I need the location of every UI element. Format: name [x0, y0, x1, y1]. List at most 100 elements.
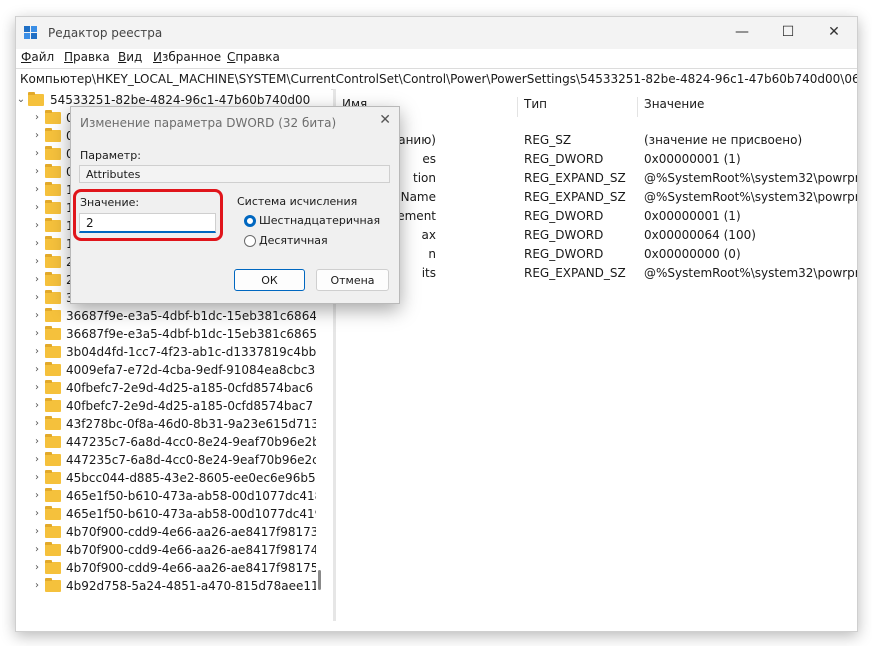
- value-row[interactable]: ax REG_DWORD 0x00000064 (100): [336, 226, 857, 245]
- expand-chevron-icon[interactable]: ›: [32, 487, 42, 505]
- close-button[interactable]: ✕: [811, 17, 857, 49]
- expand-chevron-icon[interactable]: ›: [32, 559, 42, 577]
- expand-chevron-icon[interactable]: ›: [32, 199, 42, 217]
- folder-icon: [45, 326, 61, 340]
- expand-chevron-icon[interactable]: ›: [32, 271, 42, 289]
- menu-help[interactable]: Справка: [227, 50, 280, 64]
- tree-scrollbar-thumb[interactable]: [318, 570, 321, 590]
- tree-item[interactable]: › 40fbefc7-2e9d-4d25-a185-0cfd8574bac7: [16, 397, 316, 415]
- tree-item[interactable]: › 447235c7-6a8d-4cc0-8e24-9eaf70b96e2c: [16, 451, 319, 469]
- expand-chevron-icon[interactable]: ›: [32, 397, 42, 415]
- menu-view-accel: В: [118, 50, 127, 64]
- expand-chevron-icon[interactable]: ›: [32, 217, 42, 235]
- list-header: Имя Тип Значение: [336, 93, 857, 117]
- expand-chevron-icon[interactable]: ›: [32, 433, 42, 451]
- tree-item-label: 40fbefc7-2e9d-4d25-a185-0cfd8574bac7: [66, 399, 314, 413]
- tree-item[interactable]: › 4009efa7-e72d-4cba-9edf-91084ea8cbc3: [16, 361, 316, 379]
- expand-chevron-icon[interactable]: ›: [32, 379, 42, 397]
- tree-item[interactable]: › 4b70f900-cdd9-4e66-aa26-ae8417f98175: [16, 559, 318, 577]
- tree-item[interactable]: › 465e1f50-b610-473a-ab58-00d1077dc418: [16, 487, 322, 505]
- value-row[interactable]: rement REG_DWORD 0x00000001 (1): [336, 207, 857, 226]
- value-data-cell: 0x00000000 (0): [644, 247, 741, 261]
- hex-radio[interactable]: [244, 215, 256, 227]
- value-row[interactable]: es REG_DWORD 0x00000001 (1): [336, 150, 857, 169]
- value-row[interactable]: Name REG_EXPAND_SZ @%SystemRoot%\system32\…: [336, 188, 857, 207]
- menu-view-label: ид: [126, 50, 143, 64]
- tree-item[interactable]: › 43f278bc-0f8a-46d0-8b31-9a23e615d713: [16, 415, 319, 433]
- tree-item[interactable]: › 4b70f900-cdd9-4e66-aa26-ae8417f98173: [16, 523, 318, 541]
- maximize-button[interactable]: ☐: [765, 17, 811, 49]
- collapse-chevron-icon[interactable]: ⌄: [16, 91, 26, 109]
- value-row[interactable]: tion REG_EXPAND_SZ @%SystemRoot%\system32\…: [336, 169, 857, 188]
- tree-item[interactable]: › 36687f9e-e3a5-4dbf-b1dc-15eb381c6864: [16, 307, 317, 325]
- value-data-cell: 0x00000064 (100): [644, 228, 756, 242]
- tree-item[interactable]: › 36687f9e-e3a5-4dbf-b1dc-15eb381c6865: [16, 325, 317, 343]
- expand-chevron-icon[interactable]: ›: [32, 289, 42, 307]
- expand-chevron-icon[interactable]: ›: [32, 541, 42, 559]
- expand-chevron-icon[interactable]: ›: [32, 361, 42, 379]
- folder-icon: [45, 416, 61, 430]
- expand-chevron-icon[interactable]: ›: [32, 415, 42, 433]
- menu-view[interactable]: Вид: [118, 50, 142, 64]
- folder-icon: [28, 92, 44, 106]
- tree-item[interactable]: › 447235c7-6a8d-4cc0-8e24-9eaf70b96e2b: [16, 433, 320, 451]
- tree-item[interactable]: › 3b04d4fd-1cc7-4f23-ab1c-d1337819c4bb: [16, 343, 316, 361]
- tree-item-label: 447235c7-6a8d-4cc0-8e24-9eaf70b96e2c: [66, 453, 319, 467]
- hex-radio-label[interactable]: Шестнадцатеричная: [259, 214, 380, 227]
- column-separator[interactable]: [637, 97, 638, 117]
- folder-icon: [45, 398, 61, 412]
- menu-favorites-label: збранное: [161, 50, 222, 64]
- dialog-close-icon[interactable]: ✕: [379, 112, 391, 128]
- expand-chevron-icon[interactable]: ›: [32, 451, 42, 469]
- menu-favorites[interactable]: Избранное: [153, 50, 221, 64]
- folder-icon: [45, 110, 61, 124]
- folder-icon: [45, 200, 61, 214]
- horizontal-scrollbar[interactable]: [16, 621, 857, 631]
- expand-chevron-icon[interactable]: ›: [32, 127, 42, 145]
- expand-chevron-icon[interactable]: ›: [32, 523, 42, 541]
- tree-item[interactable]: › 465e1f50-b610-473a-ab58-00d1077dc419: [16, 505, 322, 523]
- expand-chevron-icon[interactable]: ›: [32, 343, 42, 361]
- value-type-cell: REG_EXPAND_SZ: [524, 171, 626, 185]
- expand-chevron-icon[interactable]: ›: [32, 235, 42, 253]
- tree-item[interactable]: › 45bcc044-d885-43e2-8605-ee0ec6e96b59: [16, 469, 323, 487]
- tree-item-label: 465e1f50-b610-473a-ab58-00d1077dc419: [66, 507, 323, 521]
- expand-chevron-icon[interactable]: ›: [32, 145, 42, 163]
- value-type-cell: REG_DWORD: [524, 228, 604, 242]
- menu-file[interactable]: Файл: [21, 50, 54, 64]
- menu-bar: Файл Правка Вид Избранное Справка: [16, 49, 857, 67]
- folder-icon: [45, 362, 61, 376]
- value-data-cell: @%SystemRoot%\system32\powrprof.d: [644, 266, 857, 280]
- folder-icon: [45, 488, 61, 502]
- column-type-header[interactable]: Тип: [524, 97, 547, 111]
- minimize-button[interactable]: —: [719, 17, 765, 49]
- tree-item[interactable]: › 40fbefc7-2e9d-4d25-a185-0cfd8574bac6: [16, 379, 316, 397]
- folder-icon: [45, 578, 61, 592]
- tree-item[interactable]: › 4b92d758-5a24-4851-a470-815d78aee119: [16, 577, 326, 595]
- expand-chevron-icon[interactable]: ›: [32, 253, 42, 271]
- column-separator[interactable]: [517, 97, 518, 117]
- column-value-header[interactable]: Значение: [644, 97, 704, 111]
- address-bar[interactable]: Компьютер\HKEY_LOCAL_MACHINE\SYSTEM\Curr…: [16, 68, 857, 90]
- decimal-radio[interactable]: [244, 235, 256, 247]
- expand-chevron-icon[interactable]: ›: [32, 469, 42, 487]
- value-data-cell: 0x00000001 (1): [644, 152, 741, 166]
- ok-button[interactable]: ОК: [234, 269, 305, 291]
- expand-chevron-icon[interactable]: ›: [32, 109, 42, 127]
- expand-chevron-icon[interactable]: ›: [32, 307, 42, 325]
- cancel-button[interactable]: Отмена: [316, 269, 389, 291]
- value-row[interactable]: олчанию) REG_SZ (значение не присвоено): [336, 131, 857, 150]
- parameter-name-field: Attributes: [79, 165, 390, 183]
- menu-edit[interactable]: Правка: [64, 50, 110, 64]
- value-row[interactable]: n REG_DWORD 0x00000000 (0): [336, 245, 857, 264]
- expand-chevron-icon[interactable]: ›: [32, 163, 42, 181]
- expand-chevron-icon[interactable]: ›: [32, 325, 42, 343]
- expand-chevron-icon[interactable]: ›: [32, 505, 42, 523]
- value-row[interactable]: its REG_EXPAND_SZ @%SystemRoot%\system32\p…: [336, 264, 857, 283]
- tree-item[interactable]: › 4b70f900-cdd9-4e66-aa26-ae8417f98174: [16, 541, 318, 559]
- parameter-label: Параметр:: [80, 149, 141, 162]
- expand-chevron-icon[interactable]: ›: [32, 577, 42, 595]
- value-type-cell: REG_DWORD: [524, 247, 604, 261]
- decimal-radio-label[interactable]: Десятичная: [259, 234, 328, 247]
- expand-chevron-icon[interactable]: ›: [32, 181, 42, 199]
